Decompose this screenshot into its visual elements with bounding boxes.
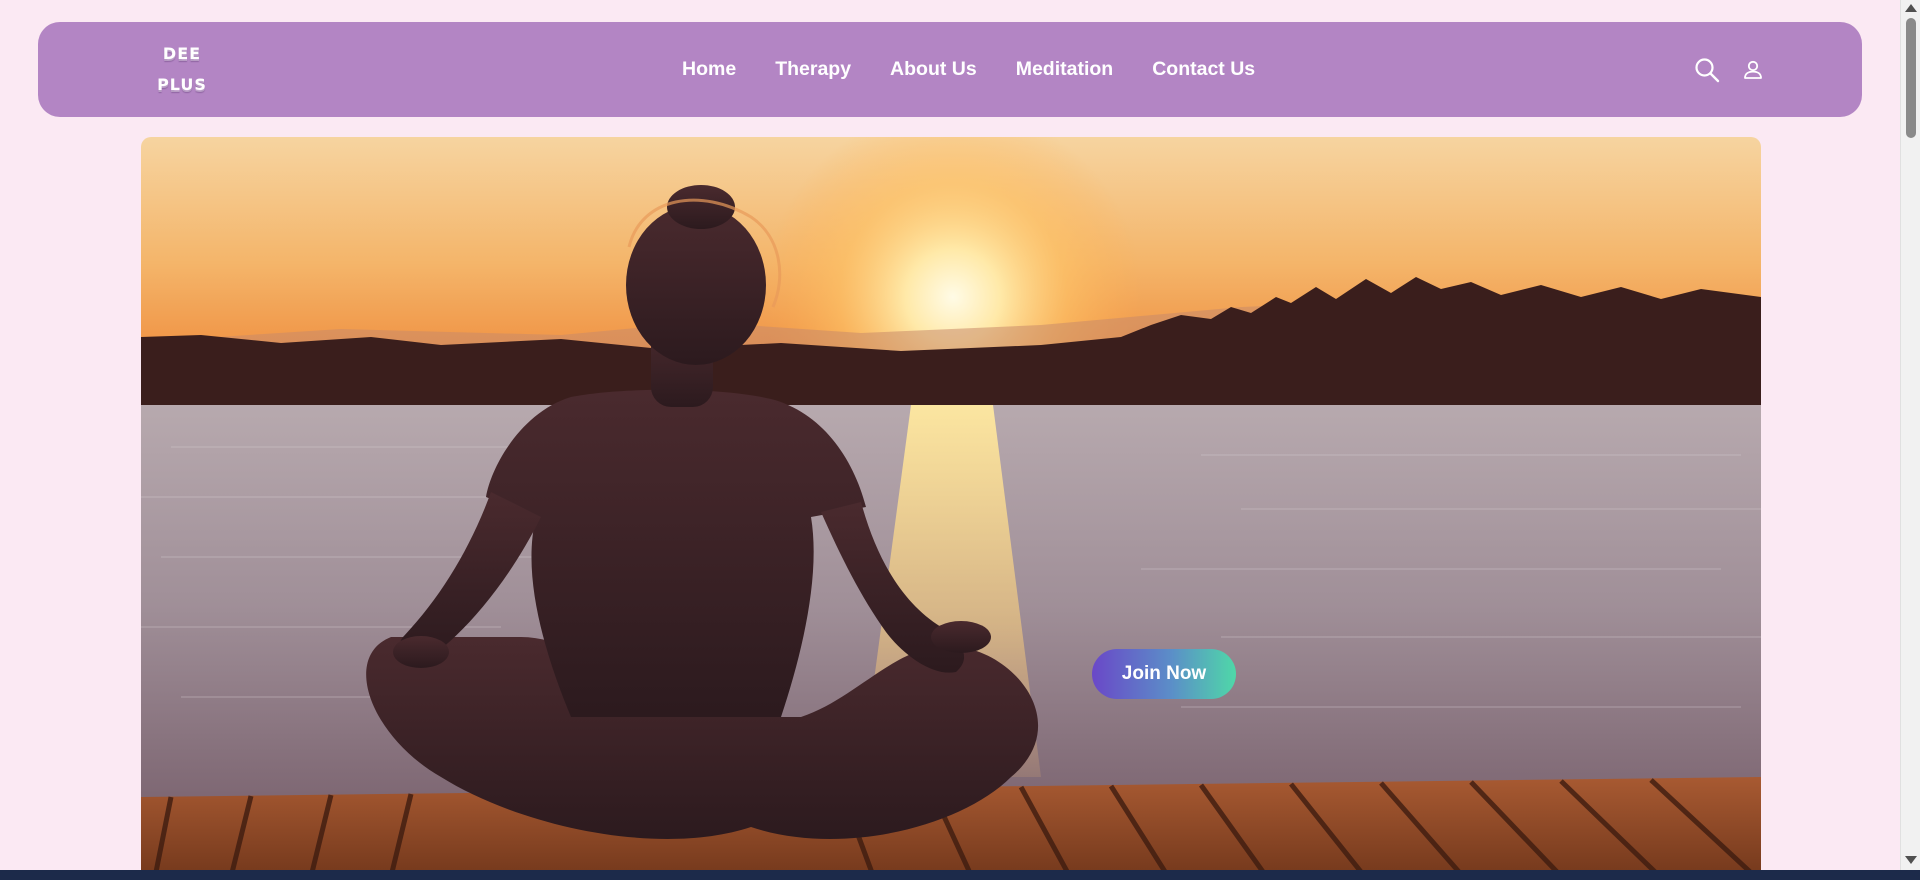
brand-logo-line2: PLUS bbox=[157, 75, 207, 94]
brand-logo[interactable]: DEE PLUS bbox=[142, 38, 222, 100]
user-icon[interactable] bbox=[1738, 55, 1768, 85]
scroll-thumb[interactable] bbox=[1906, 18, 1916, 138]
nav-link-home[interactable]: Home bbox=[682, 58, 736, 81]
hero-banner: Join Now bbox=[141, 137, 1761, 870]
main-nav: Home Therapy About Us Meditation Contact… bbox=[682, 22, 1255, 117]
os-taskbar bbox=[0, 870, 1920, 880]
page-scrollbar[interactable] bbox=[1900, 0, 1920, 870]
nav-link-contact-us[interactable]: Contact Us bbox=[1152, 58, 1255, 81]
nav-link-therapy[interactable]: Therapy bbox=[775, 58, 851, 81]
navbar: DEE PLUS Home Therapy About Us Meditatio… bbox=[38, 22, 1862, 117]
search-icon[interactable] bbox=[1692, 55, 1722, 85]
scroll-down-arrow-icon[interactable] bbox=[1905, 856, 1917, 864]
scroll-up-arrow-icon[interactable] bbox=[1905, 4, 1917, 12]
join-now-button[interactable]: Join Now bbox=[1092, 649, 1236, 699]
nav-link-meditation[interactable]: Meditation bbox=[1016, 58, 1114, 81]
nav-link-about-us[interactable]: About Us bbox=[890, 58, 977, 81]
brand-logo-line1: DEE bbox=[162, 44, 202, 63]
page: DEE PLUS Home Therapy About Us Meditatio… bbox=[0, 0, 1900, 870]
hero-image bbox=[141, 137, 1761, 870]
nav-icon-group bbox=[1692, 55, 1768, 85]
